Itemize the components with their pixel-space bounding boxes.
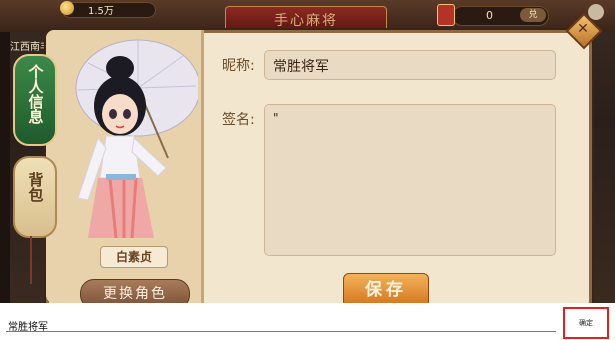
- save-button[interactable]: 保存: [343, 273, 429, 303]
- tab-personal-info-label: 个人信息: [26, 64, 45, 124]
- room-card-icon: [437, 4, 455, 26]
- close-icon: ✕: [577, 21, 589, 37]
- character-name: 白素贞: [100, 246, 168, 268]
- exchange-button[interactable]: 兑: [520, 8, 546, 22]
- pane-divider: [201, 30, 204, 303]
- tab-personal-info[interactable]: 个人信息: [13, 54, 57, 146]
- ime-confirm-button[interactable]: 确定: [563, 307, 609, 339]
- nickname-label: 昵称:: [222, 58, 255, 74]
- province-label: 江西南丰: [10, 42, 50, 53]
- tab-backpack[interactable]: 背包: [13, 156, 57, 238]
- nickname-value: 常胜将军: [273, 59, 329, 75]
- room-card-count: 0: [486, 9, 493, 22]
- settings-icon[interactable]: [588, 4, 604, 20]
- left-decoration: [0, 32, 10, 303]
- game-screen: 1.5万 手心麻将 0 兑 江西南丰 个人信息 背包 白素贞 更换角色 昵称: …: [0, 0, 615, 303]
- gold-amount: 1.5万: [88, 6, 114, 17]
- signature-value: ": [273, 111, 279, 125]
- ime-input-bar: [0, 303, 615, 340]
- gold-coin-icon: [60, 1, 74, 15]
- game-title: 手心麻将: [274, 13, 338, 29]
- character-avatar: [75, 39, 198, 239]
- change-character-button[interactable]: 更换角色: [80, 279, 190, 303]
- signature-label: 签名:: [222, 112, 255, 128]
- tab-backpack-label: 背包: [26, 172, 45, 202]
- ime-underline: [6, 331, 556, 332]
- signature-field[interactable]: ": [264, 104, 556, 256]
- nickname-field[interactable]: 常胜将军: [264, 50, 556, 80]
- tab-tassel: [30, 236, 32, 284]
- game-title-plate: 手心麻将: [225, 6, 387, 32]
